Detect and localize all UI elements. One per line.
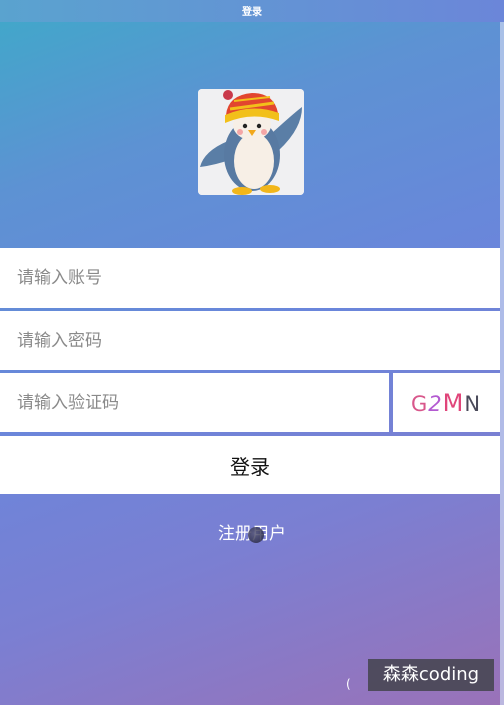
touch-cursor-indicator bbox=[248, 527, 264, 543]
avatar bbox=[198, 89, 304, 195]
captcha-field bbox=[0, 373, 389, 432]
account-field bbox=[0, 248, 500, 308]
account-input[interactable] bbox=[0, 248, 500, 308]
title-bar: 登录 bbox=[0, 0, 504, 22]
small-glyph: ( bbox=[346, 677, 351, 691]
password-input[interactable] bbox=[0, 311, 500, 370]
penguin-avatar-icon bbox=[198, 89, 304, 195]
page-title: 登录 bbox=[242, 7, 262, 18]
login-button[interactable]: 登录 bbox=[0, 436, 500, 494]
password-field bbox=[0, 311, 500, 370]
captcha-char-1: G bbox=[411, 392, 429, 416]
captcha-char-4: N bbox=[464, 392, 482, 416]
captcha-char-2: 2 bbox=[428, 392, 443, 416]
captcha-input[interactable] bbox=[0, 373, 389, 432]
captcha-char-3: M bbox=[442, 389, 465, 417]
watermark: 森森coding bbox=[368, 659, 494, 691]
login-screen: 登录 请输入账号 请输入验证码 G2MN 登录 (森森coding bbox=[0, 0, 504, 705]
captcha-image[interactable]: G2MN bbox=[393, 373, 500, 432]
right-edge-strip bbox=[500, 22, 504, 705]
captcha-code: G2MN bbox=[411, 389, 481, 417]
